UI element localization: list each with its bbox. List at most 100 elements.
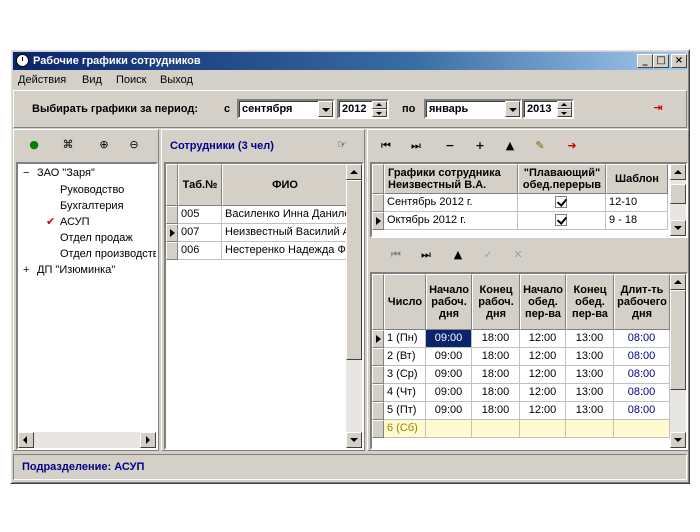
work-end-cell[interactable]: 18:00 — [472, 384, 520, 402]
col-tab[interactable]: Таб.№ — [178, 164, 222, 206]
tree-item-management[interactable]: Руководство — [60, 184, 124, 196]
col-lunch-start[interactable]: Начало обед. пер-ва — [520, 274, 566, 330]
lunch-start-cell[interactable]: 12:00 — [520, 384, 566, 402]
lunch-end-cell[interactable]: 13:00 — [566, 402, 614, 420]
last-record-icon[interactable]: ⏭ — [406, 137, 426, 155]
work-end-cell[interactable] — [472, 420, 520, 438]
work-end-cell[interactable]: 18:00 — [472, 348, 520, 366]
up-icon[interactable]: ▲ — [500, 137, 520, 155]
title-bar[interactable]: Рабочие графики сотрудников _ □ × — [13, 52, 687, 70]
tree-item-production[interactable]: Отдел производства — [60, 248, 156, 260]
scroll-down-icon[interactable] — [670, 432, 686, 448]
col-work-end[interactable]: Конец рабоч. дня — [472, 274, 520, 330]
employee-name[interactable]: Нестеренко Надежда Ф. — [222, 242, 348, 260]
lunch-start-cell[interactable]: 12:00 — [520, 402, 566, 420]
scroll-thumb[interactable] — [670, 290, 686, 390]
work-end-cell[interactable]: 18:00 — [472, 330, 520, 348]
template-cell[interactable]: 9 - 18 — [606, 212, 668, 230]
minus-icon[interactable]: − — [440, 137, 460, 155]
float-cell[interactable] — [518, 194, 606, 212]
menu-view[interactable]: Вид — [82, 74, 102, 86]
employee-name[interactable]: Неизвестный Василий А. — [222, 224, 348, 242]
col-template[interactable]: Шаблон — [606, 164, 668, 194]
employees-vscroll[interactable] — [346, 164, 362, 448]
employee-name[interactable]: Василенко Инна Даниловна — [222, 206, 348, 224]
tree-item-asup[interactable]: АСУП — [60, 216, 90, 228]
col-float[interactable]: "Плавающий" обед.перерыв — [518, 164, 606, 194]
first-record-icon[interactable]: ⏮ — [386, 246, 406, 264]
menu-exit[interactable]: Выход — [160, 74, 193, 86]
tree-expander-icon[interactable]: + — [23, 264, 29, 276]
scroll-down-icon[interactable] — [670, 220, 686, 236]
close-button[interactable]: × — [671, 54, 687, 68]
lunch-end-cell[interactable] — [566, 420, 614, 438]
scroll-up-icon[interactable] — [670, 164, 686, 180]
lunch-start-cell[interactable]: 12:00 — [520, 330, 566, 348]
duration-cell[interactable]: 08:00 — [614, 366, 670, 384]
lunch-end-cell[interactable]: 13:00 — [566, 348, 614, 366]
work-end-cell[interactable]: 18:00 — [472, 402, 520, 420]
duration-cell[interactable]: 08:00 — [614, 384, 670, 402]
zoom-out-icon[interactable]: ⊖ — [124, 136, 144, 154]
schedule-name[interactable]: Сентябрь 2012 г. — [384, 194, 518, 212]
duration-cell[interactable]: 08:00 — [614, 330, 670, 348]
scroll-up-icon[interactable] — [346, 164, 362, 180]
day-cell[interactable]: 6 (Сб) — [384, 420, 426, 438]
first-record-icon[interactable]: ⏮ — [376, 137, 396, 155]
lunch-start-cell[interactable] — [520, 420, 566, 438]
scroll-down-icon[interactable] — [346, 432, 362, 448]
work-end-cell[interactable]: 18:00 — [472, 366, 520, 384]
schedules-vscroll[interactable] — [670, 164, 686, 236]
menu-actions[interactable]: Действия — [18, 74, 66, 86]
work-start-cell[interactable]: 09:00 — [426, 348, 472, 366]
check-icon[interactable]: ✓ — [478, 246, 498, 264]
scroll-thumb[interactable] — [670, 184, 686, 204]
lunch-end-cell[interactable]: 13:00 — [566, 384, 614, 402]
work-start-cell[interactable]: 09:00 — [426, 366, 472, 384]
chevron-down-icon[interactable] — [318, 101, 333, 117]
work-start-cell[interactable]: 09:00 — [426, 402, 472, 420]
col-lunch-end[interactable]: Конец обед. пер-ва — [566, 274, 614, 330]
scroll-up-icon[interactable] — [670, 274, 686, 290]
from-year-spin[interactable]: 2012 — [337, 99, 389, 119]
tree-item-zarya[interactable]: ЗАО "Заря" — [37, 167, 95, 179]
template-cell[interactable]: 12-10 — [606, 194, 668, 212]
duration-cell[interactable]: 08:00 — [614, 348, 670, 366]
col-duration[interactable]: Длит-ть рабочего дня — [614, 274, 670, 330]
to-year-spin[interactable]: 2013 — [522, 99, 574, 119]
employee-tab[interactable]: 006 — [178, 242, 222, 260]
scroll-thumb[interactable] — [346, 180, 362, 360]
col-name[interactable]: ФИО — [222, 164, 348, 206]
work-start-cell[interactable]: 09:00 — [426, 384, 472, 402]
spin-icon[interactable] — [557, 101, 572, 117]
minimize-button[interactable]: _ — [637, 54, 653, 68]
lunch-start-cell[interactable]: 12:00 — [520, 348, 566, 366]
schedule-name[interactable]: Октябрь 2012 г. — [384, 212, 518, 230]
col-day[interactable]: Число — [384, 274, 426, 330]
day-cell[interactable]: 3 (Ср) — [384, 366, 426, 384]
user-icon[interactable]: ● — [24, 136, 44, 154]
checkbox[interactable] — [555, 196, 567, 208]
cancel-icon[interactable]: ✕ — [508, 246, 528, 264]
zoom-in-icon[interactable]: ⊕ — [94, 136, 114, 154]
scroll-right-icon[interactable] — [140, 432, 156, 448]
employee-tab[interactable]: 005 — [178, 206, 222, 224]
from-month-select[interactable]: сентября — [237, 99, 335, 119]
export-icon[interactable]: ➜ — [562, 137, 582, 155]
days-vscroll[interactable] — [670, 274, 686, 448]
exit-door-icon[interactable]: ⇥ — [648, 99, 668, 117]
plus-icon[interactable]: + — [470, 137, 490, 155]
maximize-button[interactable]: □ — [653, 54, 669, 68]
tree-item-izuminka[interactable]: ДП "Изюминка" — [37, 264, 115, 276]
col-schedules[interactable]: Графики сотрудника Неизвестный В.А. — [384, 164, 518, 194]
tree-item-accounting[interactable]: Бухгалтерия — [60, 200, 124, 212]
filter-icon[interactable]: ☞ — [332, 136, 352, 154]
menu-search[interactable]: Поиск — [116, 74, 146, 86]
checkbox[interactable] — [555, 214, 567, 226]
duration-cell[interactable]: 08:00 — [614, 402, 670, 420]
day-cell[interactable]: 4 (Чт) — [384, 384, 426, 402]
last-record-icon[interactable]: ⏭ — [416, 246, 436, 264]
to-month-select[interactable]: январь — [424, 99, 522, 119]
lunch-end-cell[interactable]: 13:00 — [566, 330, 614, 348]
edit-icon[interactable]: ✎ — [530, 137, 550, 155]
